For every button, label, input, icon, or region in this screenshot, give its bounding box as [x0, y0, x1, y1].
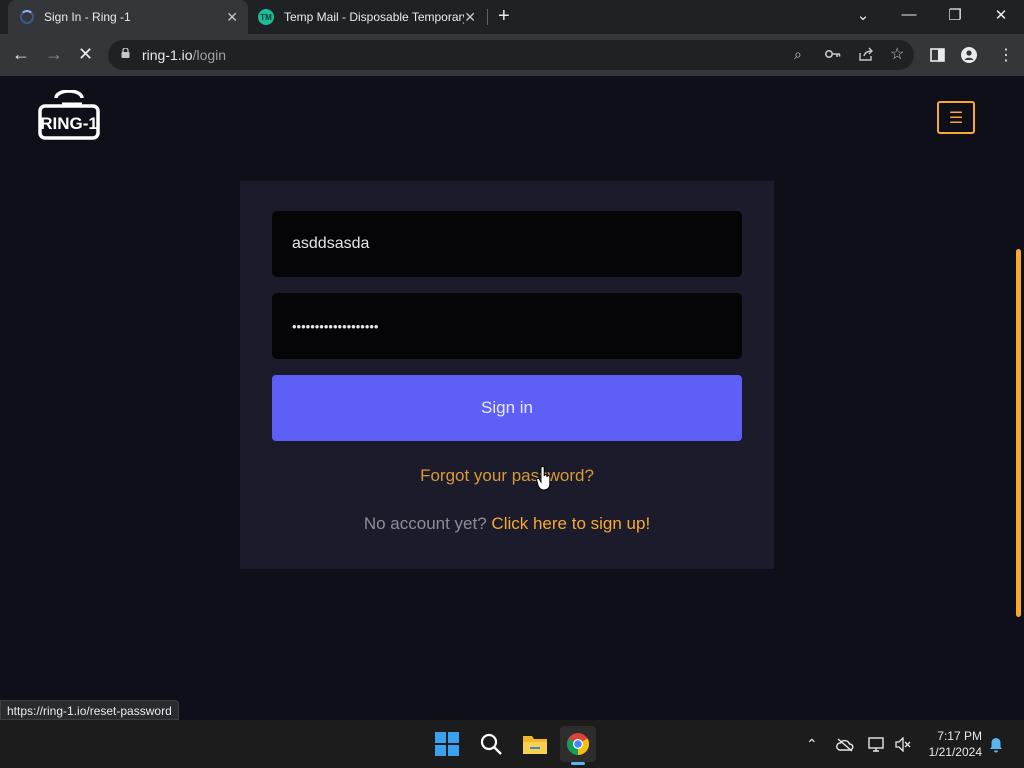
tab-title: Sign In - Ring -1	[44, 10, 131, 24]
hamburger-menu-button[interactable]: ☰	[937, 101, 975, 134]
file-explorer-icon[interactable]	[517, 726, 553, 762]
url-text[interactable]: ring-1.io/login	[142, 47, 226, 63]
username-input[interactable]: asddsasda	[272, 211, 742, 277]
more-menu-icon[interactable]: ⋮	[998, 45, 1014, 65]
chrome-icon[interactable]	[560, 726, 596, 762]
svg-text:RING-1: RING-1	[40, 114, 98, 133]
forgot-password-link[interactable]: Forgot your password?	[240, 466, 774, 486]
minimize-button[interactable]: —	[899, 6, 919, 23]
loading-spinner-icon	[20, 10, 34, 24]
hand-pointer-cursor-icon	[536, 466, 551, 491]
volume-muted-icon[interactable]	[895, 737, 911, 752]
signup-row: No account yet? Click here to sign up!	[240, 514, 774, 534]
url-host: ring-1.io	[142, 47, 193, 63]
tab-divider	[487, 9, 488, 25]
bookmark-star-icon[interactable]: ☆	[890, 44, 904, 64]
lock-icon[interactable]	[121, 48, 130, 58]
tab-temp-mail[interactable]: TM Temp Mail - Disposable Temporary E ✕	[250, 0, 486, 34]
url-path: /login	[192, 47, 227, 63]
profile-avatar-icon[interactable]	[961, 47, 977, 63]
temp-mail-favicon-icon: TM	[258, 9, 274, 25]
onedrive-cloud-icon[interactable]	[836, 738, 854, 752]
no-account-text: No account yet?	[363, 514, 487, 533]
status-bar-url: https://ring-1.io/reset-password	[0, 700, 179, 720]
restore-button[interactable]: ❐	[945, 6, 965, 24]
notification-bell-icon[interactable]	[989, 737, 1003, 753]
share-icon[interactable]	[858, 47, 874, 62]
sign-in-button[interactable]: Sign in	[272, 375, 742, 441]
close-tab-icon[interactable]: ✕	[464, 9, 476, 26]
username-value: asddsasda	[292, 235, 370, 252]
search-icon[interactable]	[473, 726, 509, 762]
windows-start-icon[interactable]	[429, 726, 465, 762]
sign-up-link[interactable]: Click here to sign up!	[491, 514, 650, 533]
close-tab-icon[interactable]: ✕	[226, 9, 238, 26]
hamburger-icon: ☰	[948, 109, 964, 127]
clock-time[interactable]: 7:17 PM	[920, 729, 982, 743]
page-scrollbar-thumb[interactable]	[1016, 249, 1021, 617]
forward-button[interactable]: →	[45, 44, 63, 65]
zoom-search-icon[interactable]: ⌕	[794, 46, 802, 63]
ring-1-logo[interactable]: RING-1	[38, 90, 100, 140]
tab-sign-in[interactable]: Sign In - Ring -1 ✕	[8, 0, 248, 34]
close-window-button[interactable]: ✕	[991, 6, 1011, 24]
tab-search-chevron-icon[interactable]: ⌄	[853, 6, 873, 24]
tab-title: Temp Mail - Disposable Temporary E	[284, 10, 464, 24]
new-tab-button[interactable]: +	[498, 6, 510, 26]
side-panel-icon[interactable]	[930, 48, 945, 62]
sign-in-label: Sign in	[481, 398, 533, 417]
back-button[interactable]: ←	[12, 44, 30, 65]
password-input[interactable]: •••••••••••••••••••	[272, 293, 742, 359]
network-icon[interactable]	[868, 737, 886, 752]
stop-loading-button[interactable]: ✕	[78, 44, 93, 65]
clock-date[interactable]: 1/21/2024	[910, 745, 982, 759]
password-value: •••••••••••••••••••	[292, 318, 379, 334]
show-hidden-icons-chevron-icon[interactable]: ⌃	[806, 736, 818, 753]
active-app-indicator	[571, 762, 585, 765]
key-icon[interactable]	[825, 49, 841, 59]
